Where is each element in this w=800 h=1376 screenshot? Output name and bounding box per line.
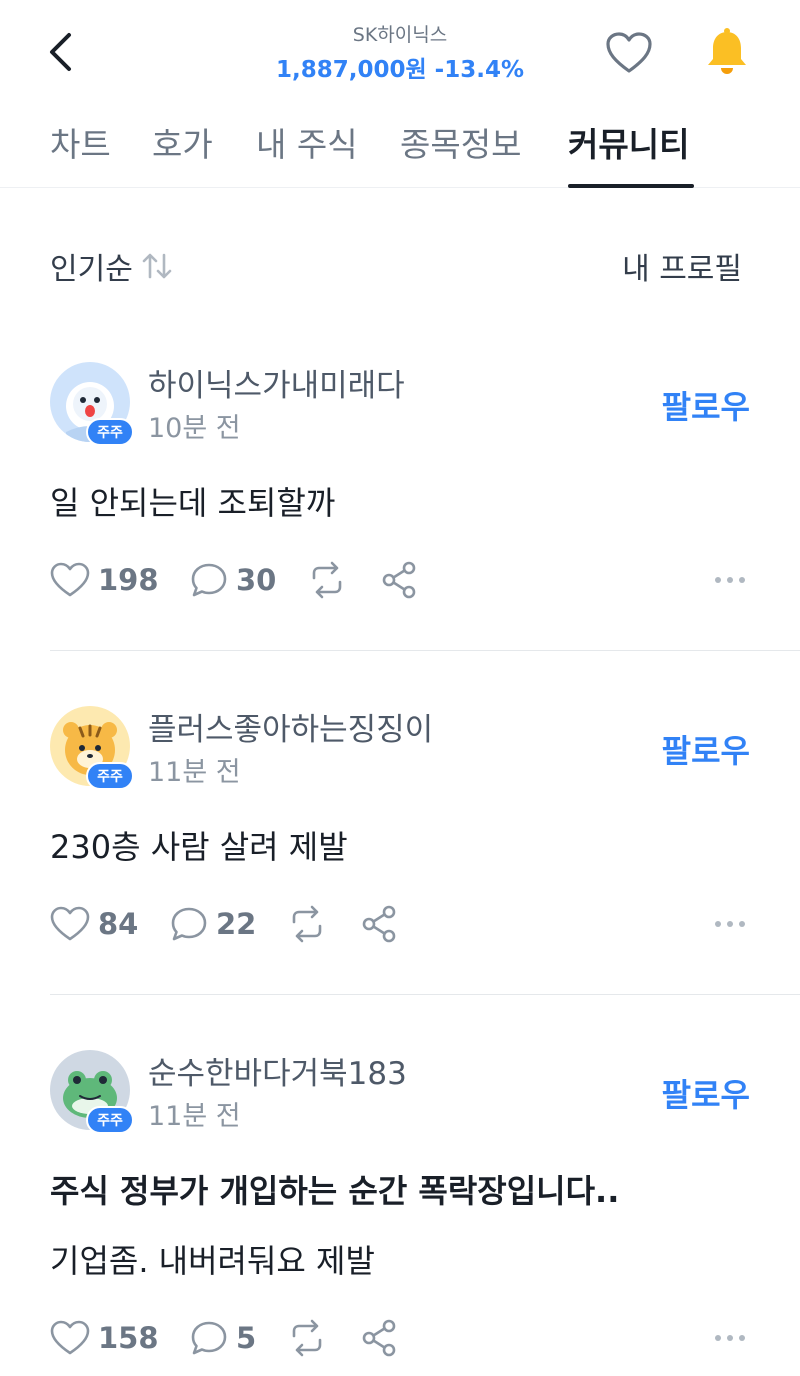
avatar[interactable]: 주주 — [50, 1050, 134, 1134]
post-username[interactable]: 하이닉스가내미래다 — [148, 360, 405, 405]
follow-button[interactable]: 팔로우 — [662, 382, 750, 428]
comment-button[interactable]: 22 — [170, 899, 256, 949]
share-icon — [362, 1319, 396, 1357]
post-actions: 84 22 — [0, 899, 800, 949]
bell-icon — [708, 28, 746, 74]
stock-name: SK하이닉스 — [352, 24, 448, 46]
share-button[interactable] — [360, 1313, 398, 1363]
post-username[interactable]: 플러스좋아하는징징이 — [148, 704, 433, 749]
shareholder-badge: 주주 — [86, 418, 134, 446]
avatar[interactable]: 주주 — [50, 362, 134, 446]
stock-change: -13.4% — [434, 57, 525, 83]
speech-bubble-icon — [191, 563, 227, 597]
share-icon — [382, 561, 416, 599]
post-username[interactable]: 순수한바다거북183 — [148, 1048, 407, 1093]
post-actions: 198 30 — [0, 555, 800, 605]
post-body: 230층 사람 살려 제발 — [50, 828, 348, 866]
share-button[interactable] — [360, 899, 398, 949]
avatar[interactable]: 주주 — [50, 706, 134, 790]
post-time: 11분 전 — [148, 757, 241, 788]
sort-arrows-icon — [142, 253, 172, 279]
share-button[interactable] — [380, 555, 418, 605]
tab-community[interactable]: 커뮤니티 — [568, 118, 689, 166]
tab-orderbook[interactable]: 호가 — [152, 118, 213, 166]
like-count: 158 — [98, 1321, 159, 1355]
comment-count: 22 — [216, 907, 257, 941]
post-body: 기업좀. 내버려둬요 제발 — [50, 1242, 375, 1280]
comment-count: 30 — [236, 563, 277, 597]
repost-icon — [292, 905, 322, 943]
like-button[interactable]: 198 — [50, 555, 159, 605]
comment-button[interactable]: 5 — [190, 1313, 256, 1363]
follow-button[interactable]: 팔로우 — [662, 726, 750, 772]
top-bar: SK하이닉스 1,887,000원 -13.4% — [0, 0, 800, 100]
tab-bar: 차트 호가 내 주식 종목정보 커뮤니티 — [0, 100, 800, 188]
comment-button[interactable]: 30 — [190, 555, 276, 605]
post-time: 10분 전 — [148, 413, 241, 444]
post-title: 주식 정부가 개입하는 순간 폭락장입니다.. — [50, 1172, 620, 1210]
like-count: 84 — [98, 907, 139, 941]
speech-bubble-icon — [191, 1321, 227, 1355]
heart-outline-icon — [50, 1320, 90, 1355]
more-options-button[interactable] — [712, 1313, 748, 1363]
shareholder-badge: 주주 — [86, 762, 134, 790]
sort-label: 인기순 — [50, 252, 133, 287]
more-dots-icon — [715, 1335, 745, 1341]
repost-icon — [312, 561, 342, 599]
like-count: 198 — [98, 563, 159, 597]
post-divider — [50, 994, 800, 995]
more-dots-icon — [715, 577, 745, 583]
more-options-button[interactable] — [712, 555, 748, 605]
heart-outline-icon — [606, 32, 652, 73]
my-profile-button[interactable]: 내 프로필 — [622, 244, 742, 288]
repost-icon — [292, 1319, 322, 1357]
tab-my-stock[interactable]: 내 주식 — [256, 118, 358, 166]
comment-count: 5 — [236, 1321, 257, 1355]
like-button[interactable]: 84 — [50, 899, 138, 949]
more-dots-icon — [715, 921, 745, 927]
favorite-button[interactable] — [604, 28, 654, 78]
post-divider — [50, 650, 800, 651]
follow-button[interactable]: 팔로우 — [662, 1070, 750, 1116]
shareholder-badge: 주주 — [86, 1106, 134, 1134]
sort-button[interactable]: 인기순 — [50, 244, 173, 288]
stock-price-line: 1,887,000원 -13.4% — [0, 50, 800, 84]
post-time: 11분 전 — [148, 1101, 241, 1132]
speech-bubble-icon — [171, 907, 207, 941]
stock-price: 1,887,000원 — [275, 57, 427, 83]
repost-button[interactable] — [286, 1313, 328, 1363]
heart-outline-icon — [50, 906, 90, 941]
active-tab-indicator — [568, 184, 694, 188]
repost-button[interactable] — [306, 555, 348, 605]
post-body: 일 안되는데 조퇴할까 — [50, 484, 336, 522]
more-options-button[interactable] — [712, 899, 748, 949]
share-icon — [362, 905, 396, 943]
post-actions: 158 5 — [0, 1313, 800, 1363]
heart-outline-icon — [50, 562, 90, 597]
sort-bar: 인기순 내 프로필 — [0, 230, 800, 300]
repost-button[interactable] — [286, 899, 328, 949]
tab-stock-info[interactable]: 종목정보 — [400, 118, 521, 166]
tab-chart[interactable]: 차트 — [50, 118, 111, 166]
notification-button[interactable] — [700, 26, 754, 78]
like-button[interactable]: 158 — [50, 1313, 159, 1363]
